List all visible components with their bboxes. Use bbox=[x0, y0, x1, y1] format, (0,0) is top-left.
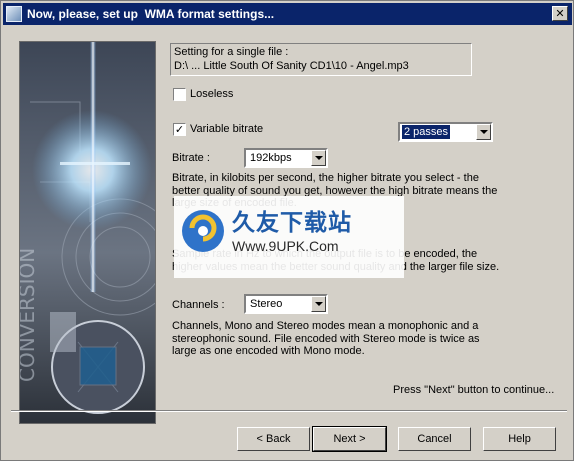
variable-bitrate-label: Variable bitrate bbox=[190, 123, 264, 135]
chevron-down-icon[interactable] bbox=[476, 124, 491, 140]
side-artwork-image: CONVERSION bbox=[20, 42, 155, 423]
bitrate-label: Bitrate : bbox=[172, 152, 210, 164]
variable-bitrate-checkbox[interactable]: ✓ bbox=[173, 123, 186, 136]
bitrate-dropdown[interactable]: 192kbps bbox=[244, 148, 328, 168]
chevron-down-icon[interactable] bbox=[311, 150, 326, 166]
file-info-label: Setting for a single file : bbox=[174, 46, 289, 58]
watermark: 久友下载站 Www.9UPK.Com bbox=[174, 196, 404, 278]
title-bar: Now, please, set up WMA format settings.… bbox=[3, 3, 572, 25]
watermark-brand: 久友下载站 bbox=[232, 210, 352, 236]
passes-dropdown[interactable]: 2 passes bbox=[398, 122, 493, 142]
wma-settings-dialog: Now, please, set up WMA format settings.… bbox=[0, 0, 574, 461]
channels-label: Channels : bbox=[172, 299, 225, 311]
continue-hint: Press "Next" button to continue... bbox=[393, 384, 555, 396]
watermark-url: Www.9UPK.Com bbox=[232, 238, 339, 254]
bottom-divider bbox=[11, 410, 567, 412]
cancel-button[interactable]: Cancel bbox=[398, 427, 471, 451]
channels-dropdown[interactable]: Stereo bbox=[244, 294, 328, 314]
loseless-label: Loseless bbox=[190, 88, 234, 100]
file-path: D:\ ... Little South Of Sanity CD1\10 - … bbox=[174, 60, 409, 72]
loseless-checkbox[interactable] bbox=[173, 88, 186, 101]
bitrate-value: 192kbps bbox=[250, 152, 292, 164]
watermark-logo-icon bbox=[182, 210, 224, 252]
file-info-box: Setting for a single file : D:\ ... Litt… bbox=[170, 43, 472, 76]
passes-value: 2 passes bbox=[402, 125, 451, 139]
close-button[interactable]: ✕ bbox=[552, 6, 568, 21]
window-title: Now, please, set up WMA format settings.… bbox=[27, 7, 275, 21]
chevron-down-icon[interactable] bbox=[311, 296, 326, 312]
channels-value: Stereo bbox=[250, 298, 283, 310]
svg-text:CONVERSION: CONVERSION bbox=[20, 248, 39, 382]
next-button[interactable]: Next > bbox=[312, 426, 387, 452]
help-button[interactable]: Help bbox=[483, 427, 556, 451]
side-artwork: CONVERSION bbox=[19, 41, 156, 424]
channels-description: Channels, Mono and Stereo modes mean a m… bbox=[172, 320, 480, 357]
app-icon bbox=[6, 6, 22, 22]
back-button[interactable]: < Back bbox=[237, 427, 310, 451]
